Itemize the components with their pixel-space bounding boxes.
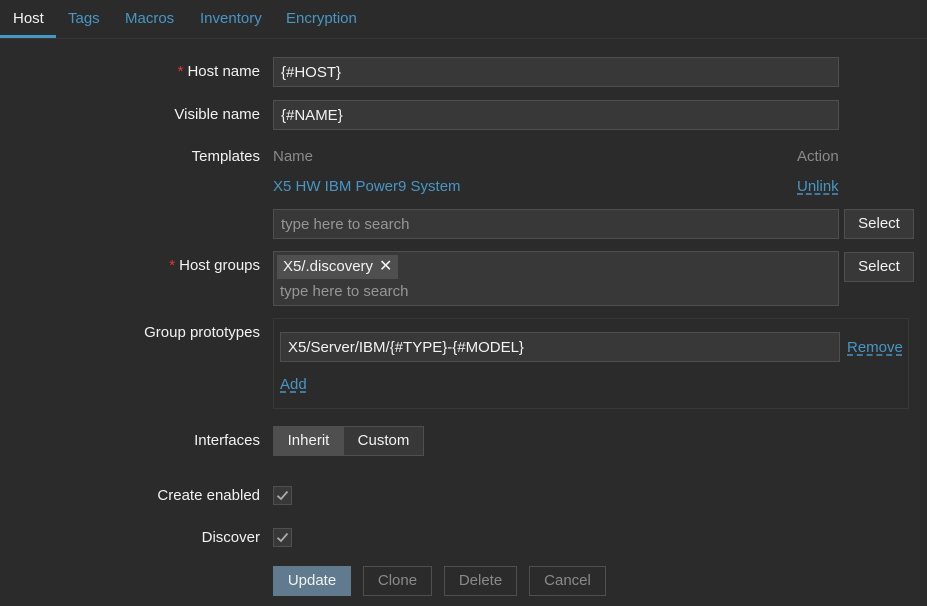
visible-name-label: Visible name <box>174 106 260 123</box>
close-icon[interactable]: ✕ <box>379 255 392 279</box>
host-groups-search-input[interactable] <box>274 278 574 304</box>
interfaces-inherit-option[interactable]: Inherit <box>273 426 344 456</box>
required-mark: * <box>169 257 176 274</box>
clone-button[interactable]: Clone <box>363 566 432 596</box>
visible-name-input[interactable] <box>273 100 839 130</box>
host-name-label-text: Host name <box>187 63 260 80</box>
tab-inventory[interactable]: Inventory <box>200 10 262 38</box>
update-button[interactable]: Update <box>273 566 351 596</box>
host-groups-label: * Host groups <box>169 257 260 274</box>
tab-macros[interactable]: Macros <box>125 10 174 38</box>
interfaces-custom-option[interactable]: Custom <box>343 426 424 456</box>
add-prototype-button[interactable]: Add <box>280 376 307 393</box>
group-prototypes-label: Group prototypes <box>144 324 260 341</box>
remove-prototype-button[interactable]: Remove <box>847 339 903 356</box>
host-name-label: * Host name <box>178 63 260 80</box>
discover-checkbox[interactable] <box>273 528 292 547</box>
unlink-button[interactable]: Unlink <box>797 178 839 195</box>
tab-encryption[interactable]: Encryption <box>286 10 357 38</box>
tab-host[interactable]: Host <box>0 10 56 38</box>
template-link[interactable]: X5 HW IBM Power9 System <box>273 178 461 195</box>
create-enabled-label: Create enabled <box>157 487 260 504</box>
templates-label: Templates <box>191 148 260 165</box>
templates-col-action: Action <box>797 148 839 165</box>
host-groups-label-text: Host groups <box>179 257 260 274</box>
host-group-chip: X5/.discovery ✕ <box>277 255 399 279</box>
host-name-input[interactable] <box>273 57 839 87</box>
checkmark-icon <box>276 532 289 543</box>
tab-bar: Host Tags Macros Inventory Encryption <box>0 0 927 39</box>
required-mark: * <box>177 63 184 80</box>
checkmark-icon <box>276 490 289 501</box>
create-enabled-checkbox[interactable] <box>273 486 292 505</box>
tab-tags[interactable]: Tags <box>68 10 100 38</box>
delete-button[interactable]: Delete <box>444 566 517 596</box>
template-select-button[interactable]: Select <box>844 209 914 239</box>
host-group-chip-label: X5/.discovery <box>283 258 374 275</box>
cancel-button[interactable]: Cancel <box>529 566 606 596</box>
host-groups-multiselect[interactable]: X5/.discovery ✕ <box>273 251 839 306</box>
group-prototype-input[interactable] <box>280 332 840 362</box>
host-groups-select-button[interactable]: Select <box>844 252 914 282</box>
template-search-input[interactable] <box>273 209 839 239</box>
discover-label: Discover <box>201 529 260 546</box>
interfaces-label: Interfaces <box>194 432 260 449</box>
group-prototypes-box: Remove Add <box>273 318 909 409</box>
templates-col-name: Name <box>273 148 314 165</box>
